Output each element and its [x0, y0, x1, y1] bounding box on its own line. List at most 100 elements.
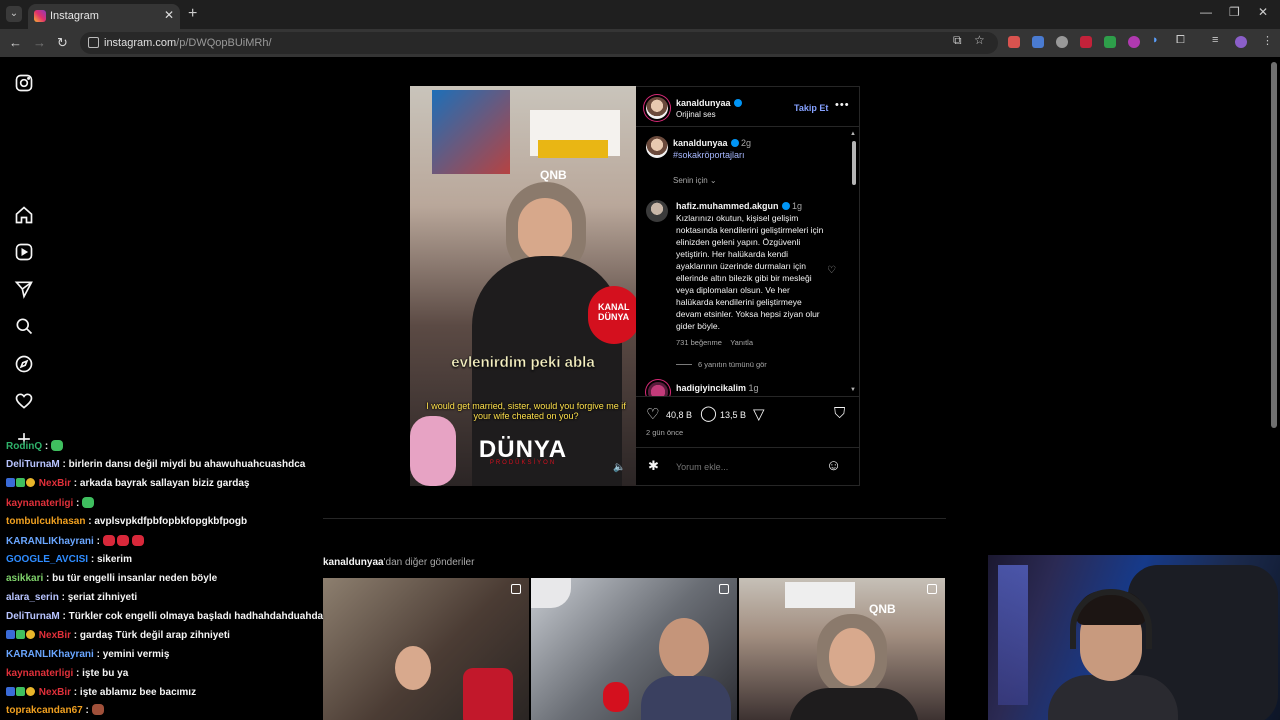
bookmark-star-icon[interactable]: ☆	[974, 33, 985, 47]
section-divider	[323, 518, 946, 519]
tab-search-icon[interactable]: ⌄	[6, 6, 22, 22]
more-posts-heading: kanaldunyaa'dan diğer gönderiler	[323, 557, 474, 568]
chat-badge-icon	[6, 687, 15, 696]
page-scrollbar-thumb[interactable]	[1271, 62, 1277, 428]
streamer-webcam	[988, 555, 1280, 720]
thumbnail-person	[829, 628, 875, 686]
post-video[interactable]: QNB KANAL DÜNYA evlenirdim peki abla I w…	[410, 86, 636, 486]
caption-author[interactable]: kanaldunyaa 2g	[673, 138, 751, 148]
extension-1-icon[interactable]	[1008, 36, 1020, 48]
emoji-icon[interactable]: ☺	[826, 457, 841, 474]
comment-icon[interactable]: ◯	[700, 404, 717, 422]
reel-indicator-icon	[719, 584, 729, 594]
instagram-logo-icon[interactable]	[14, 73, 34, 93]
search-icon[interactable]	[14, 316, 34, 336]
site-info-icon[interactable]	[88, 37, 99, 48]
author-username[interactable]: kanaldunyaa	[676, 98, 742, 108]
author-avatar[interactable]	[646, 97, 668, 119]
view-replies-text: 6 yanıtın tümünü gör	[698, 360, 767, 369]
extension-6-icon[interactable]	[1128, 36, 1140, 48]
chat-message: GOOGLE_AVCISI : sikerim	[6, 554, 132, 565]
video-microphone: KANAL DÜNYA	[588, 286, 636, 344]
comments-list[interactable]: kanaldunyaa 2g #sokakröportajları Senin …	[636, 128, 860, 396]
scroll-up-icon[interactable]: ▲	[850, 131, 856, 137]
more-posts-user[interactable]: kanaldunyaa	[323, 557, 384, 568]
more-post-thumbnail[interactable]	[323, 578, 529, 720]
address-url: instagram.com/p/DWQopBUiMRh/	[104, 37, 272, 49]
reload-icon[interactable]: ↻	[57, 35, 68, 51]
more-post-thumbnail[interactable]: QNB	[739, 578, 945, 720]
comment-author[interactable]: hadigiyincikalim 1g	[676, 383, 759, 393]
restore-icon[interactable]: ❐	[1229, 5, 1240, 19]
address-bar[interactable]: instagram.com/p/DWQopBUiMRh/	[80, 32, 998, 54]
comment-avatar[interactable]	[646, 200, 668, 222]
thumbnail-body	[789, 688, 919, 720]
messages-icon[interactable]	[14, 279, 34, 299]
comments-scrollbar-thumb[interactable]	[852, 141, 856, 185]
more-options-icon[interactable]: •••	[835, 99, 850, 111]
reels-icon[interactable]	[14, 242, 34, 262]
thumbnail-sign	[785, 582, 855, 608]
chat-badge-icon	[26, 687, 35, 696]
extension-7-icon[interactable]: ◗	[1152, 34, 1159, 46]
comment-author[interactable]: hafiz.muhammed.akgun 1g	[676, 201, 802, 211]
comment-avatar[interactable]	[648, 382, 668, 396]
profile-avatar-icon[interactable]	[1235, 36, 1247, 48]
extension-5-icon[interactable]	[1104, 36, 1116, 48]
audio-label[interactable]: Orijinal ses	[676, 110, 716, 119]
home-icon[interactable]	[14, 205, 34, 225]
save-bookmark-icon[interactable]: ⛉	[834, 405, 845, 422]
post-details-panel: kanaldunyaa Orijinal ses Takip Et ••• ka…	[636, 86, 860, 486]
chat-user: asikkari	[6, 573, 44, 584]
tab-close-icon[interactable]: ✕	[164, 8, 174, 22]
comment-meta: 731 beğenme Yanıtla	[676, 338, 753, 347]
verified-badge-icon	[733, 99, 742, 107]
comment-reply-link[interactable]: Yanıtla	[730, 338, 753, 347]
notifications-icon[interactable]	[14, 391, 34, 411]
more-posts-suffix: 'dan diğer gönderiler	[383, 557, 475, 568]
sort-dropdown[interactable]: Senin için ⌄	[673, 176, 717, 185]
chat-text: şeriat zihniyeti	[67, 592, 138, 603]
chat-user: toprakcandan67	[6, 705, 83, 716]
like-icon[interactable]: ♡	[646, 405, 659, 423]
caption-hashtag[interactable]: #sokakröportajları	[673, 150, 745, 160]
chat-message: RodinQ :	[6, 440, 63, 456]
url-host: instagram.com	[104, 37, 177, 49]
mute-icon[interactable]: 🔈	[613, 462, 625, 473]
new-tab-icon[interactable]: +	[188, 5, 197, 23]
thumbnail-cap	[531, 578, 571, 608]
browser-menu-icon[interactable]: ⋮	[1262, 34, 1273, 47]
forward-icon[interactable]: →	[33, 35, 46, 50]
scroll-down-icon[interactable]: ▼	[850, 387, 856, 393]
media-controls-icon[interactable]: ≡	[1212, 34, 1218, 46]
more-post-thumbnail[interactable]	[531, 578, 737, 720]
chat-badge-icon	[6, 478, 15, 487]
back-icon[interactable]: ←	[9, 35, 22, 50]
chat-message: DeliTurnaM : birlerin dansı değil miydi …	[6, 459, 306, 470]
chat-text: sikerim	[96, 554, 132, 565]
chat-message: toprakcandan67 :	[6, 704, 104, 720]
chat-emote-icon	[51, 440, 63, 451]
install-app-icon[interactable]: ⧉	[953, 33, 962, 48]
post-header: kanaldunyaa Orijinal ses Takip Et •••	[636, 87, 860, 127]
extension-3-icon[interactable]	[1056, 36, 1068, 48]
comment-input[interactable]	[676, 462, 816, 472]
gif-sticker-icon[interactable]: ✱	[648, 458, 659, 474]
comment-likes[interactable]: 731 beğenme	[676, 338, 722, 347]
minimize-icon[interactable]: —	[1200, 5, 1212, 19]
explore-icon[interactable]	[14, 354, 34, 374]
extension-4-icon[interactable]	[1080, 36, 1092, 48]
extensions-puzzle-icon[interactable]: ⧠	[1176, 34, 1185, 47]
like-count[interactable]: 40,8 B	[666, 410, 692, 420]
share-icon[interactable]: ▽	[753, 405, 765, 423]
chat-text: birlerin dansı değil miydi bu ahawuhuahc…	[68, 459, 306, 470]
chat-emote-icon	[102, 535, 115, 546]
follow-button[interactable]: Takip Et	[794, 103, 828, 113]
browser-tab-active[interactable]: Instagram ✕	[28, 4, 180, 29]
comment-like-icon[interactable]: ♡	[827, 265, 836, 276]
caption-author-avatar[interactable]	[646, 136, 668, 158]
view-replies-link[interactable]: 6 yanıtın tümünü gör	[676, 360, 767, 369]
chat-message: asikkari : bu tür engelli insanlar neden…	[6, 573, 218, 584]
window-close-icon[interactable]: ✕	[1258, 5, 1268, 19]
extension-translate-icon[interactable]	[1032, 36, 1044, 48]
